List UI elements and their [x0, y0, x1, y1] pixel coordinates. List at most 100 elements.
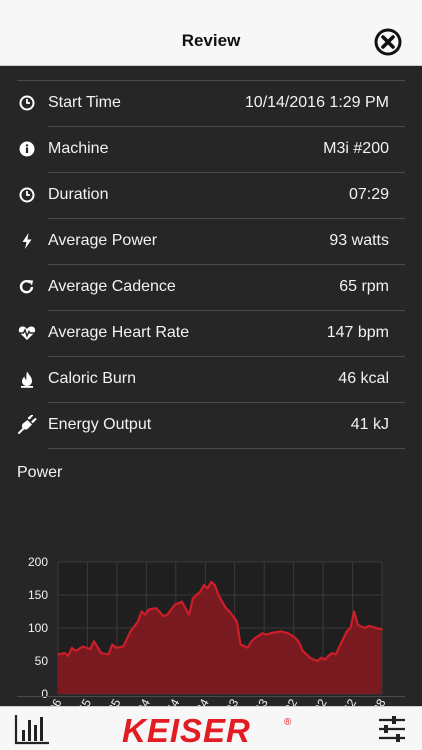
power-point: [236, 620, 238, 623]
energy-output-value: 41 kJ: [350, 416, 389, 433]
y-tick-label: 200: [28, 555, 48, 569]
power-point: [309, 656, 311, 659]
power-point: [122, 645, 125, 648]
power-point: [320, 656, 322, 659]
row-average-heart-rate: Average Heart Rate 147 bpm: [0, 311, 422, 357]
clock-icon: [19, 95, 35, 111]
power-point: [371, 625, 374, 628]
average-power-label: Average Power: [48, 232, 158, 249]
power-point: [338, 645, 341, 648]
machine-label: Machine: [48, 140, 109, 157]
power-point: [129, 630, 132, 633]
power-point: [140, 610, 143, 613]
power-point: [188, 614, 191, 616]
page-title: Review: [181, 31, 241, 50]
power-point: [368, 625, 370, 627]
power-point: [316, 660, 319, 662]
power-point: [239, 643, 242, 646]
power-point: [155, 607, 158, 609]
power-point: [327, 654, 330, 657]
power-point: [67, 654, 70, 657]
power-point: [166, 614, 169, 616]
logo-text: KEISER: [122, 712, 251, 748]
power-point: [294, 637, 297, 639]
power-point: [381, 628, 383, 631]
clock-icon: [19, 187, 35, 203]
power-point: [353, 610, 355, 613]
average-cadence-value: 65 rpm: [339, 278, 389, 295]
average-heart-rate-label: Average Heart Rate: [48, 324, 190, 341]
power-point: [349, 627, 352, 629]
power-point: [313, 658, 315, 661]
power-point: [195, 594, 198, 596]
power-point: [82, 645, 84, 648]
plug-icon: [18, 415, 37, 434]
power-point: [305, 653, 308, 656]
power-point: [71, 647, 73, 649]
caloric-burn-value: 46 kcal: [338, 370, 389, 387]
divider: [17, 696, 405, 697]
power-point: [272, 631, 275, 634]
power-point: [324, 658, 326, 661]
power-point: [375, 627, 377, 629]
power-point: [364, 627, 366, 629]
power-point: [148, 608, 150, 611]
power-point: [203, 584, 205, 586]
power-point: [93, 640, 95, 642]
power-point: [107, 653, 110, 656]
bottom-toolbar: KEISER ®: [0, 706, 422, 750]
power-point: [225, 607, 227, 609]
sliders-icon[interactable]: [377, 714, 407, 744]
machine-value: M3i #200: [323, 140, 389, 157]
power-point: [115, 647, 117, 649]
start-time-value: 10/14/2016 1:29 PM: [244, 94, 389, 111]
average-heart-rate-value: 147 bpm: [326, 324, 389, 341]
y-tick-label: 0: [41, 687, 48, 701]
power-point: [217, 594, 220, 596]
row-machine: Machine M3i #200: [0, 127, 422, 173]
power-point: [57, 653, 59, 656]
logo-registered-mark: ®: [284, 717, 292, 728]
average-power-value: 93 watts: [329, 232, 389, 249]
divider: [48, 448, 405, 449]
power-point: [199, 590, 202, 593]
power-point: [214, 584, 216, 586]
power-point: [250, 640, 253, 642]
power-point: [111, 643, 114, 646]
y-tick-label: 100: [28, 621, 48, 635]
power-point: [247, 647, 249, 649]
power-point: [173, 604, 176, 606]
power-point: [287, 632, 289, 635]
power-point: [265, 633, 267, 636]
row-start-time: Start Time 10/14/2016 1:29 PM: [0, 81, 422, 127]
power-point: [261, 632, 264, 635]
power-point: [162, 615, 165, 617]
power-point: [89, 648, 92, 650]
heart-rate-icon: [18, 326, 36, 340]
power-point: [206, 587, 209, 590]
power-point: [144, 614, 147, 616]
y-tick-label: 150: [28, 588, 48, 602]
row-caloric-burn: Caloric Burn 46 kcal: [0, 357, 422, 403]
power-point: [63, 652, 66, 654]
power-point: [298, 641, 300, 644]
power-point: [74, 650, 77, 652]
power-point: [254, 637, 256, 639]
bar-chart-icon[interactable]: [14, 713, 50, 745]
close-circle-icon[interactable]: [373, 27, 403, 57]
y-tick-label: 50: [35, 654, 49, 668]
row-duration: Duration 07:29: [0, 173, 422, 219]
caloric-burn-label: Caloric Burn: [48, 370, 137, 387]
lightning-icon: [22, 233, 32, 249]
power-point: [221, 600, 223, 603]
refresh-icon: [19, 279, 34, 294]
header-bar: Review: [0, 0, 422, 66]
power-point: [181, 600, 183, 603]
power-point: [184, 607, 187, 609]
power-point: [302, 650, 304, 652]
keiser-logo: KEISER ®: [122, 712, 292, 748]
power-point: [137, 620, 139, 623]
power-point: [192, 597, 194, 600]
start-time-label: Start Time: [48, 94, 121, 111]
review-content: Start Time 10/14/2016 1:29 PM Machine M3…: [0, 66, 422, 724]
